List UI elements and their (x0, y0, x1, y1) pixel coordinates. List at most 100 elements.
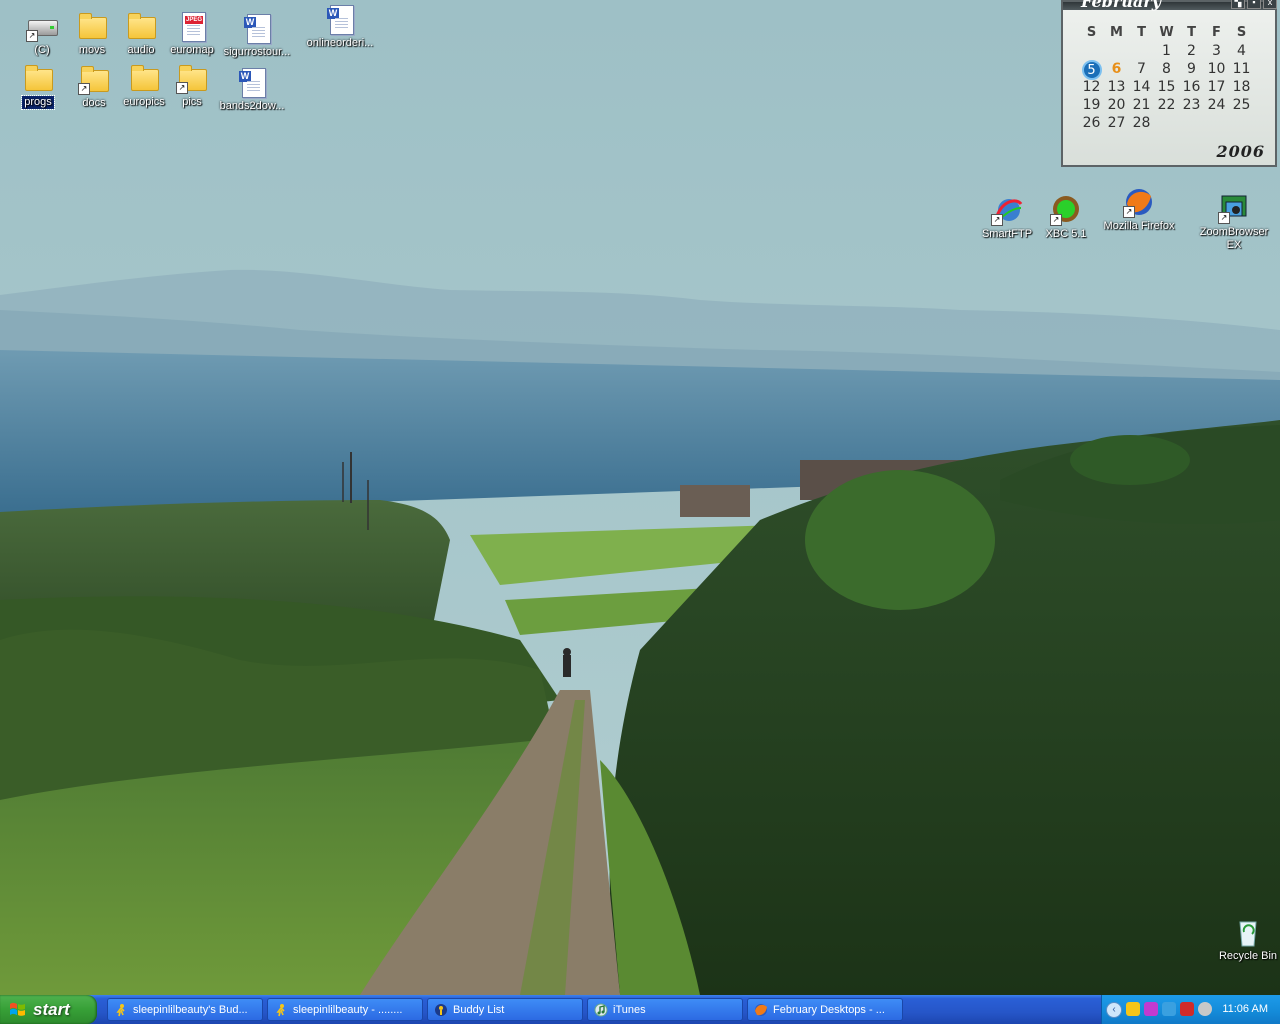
task-label: February Desktops - ... (773, 1004, 885, 1016)
calendar-weekday: T (1137, 25, 1146, 40)
recycle-bin-label: Recycle Bin (1218, 950, 1278, 962)
calendar-day (1079, 42, 1104, 60)
calendar-day[interactable]: 16 (1179, 78, 1204, 96)
zoombrowser-shortcut[interactable]: ↗ ZoomBrowser EX (1196, 192, 1272, 252)
calendar-day[interactable]: 23 (1179, 96, 1204, 114)
calendar-weekday: F (1212, 25, 1221, 40)
calendar-options-button[interactable]: ▚ (1231, 0, 1245, 9)
calendar-day[interactable]: 6 (1104, 60, 1129, 78)
volume-tray-icon[interactable] (1198, 1002, 1212, 1016)
taskbar: start sleepinlilbeauty's Bud... sleepinl… (0, 995, 1280, 1024)
bands-label: bands2dow... (219, 100, 285, 112)
calendar-week-row: 5 6 7 8 9 10 11 (1079, 60, 1254, 80)
firefox-shortcut[interactable]: ↗ Mozilla Firefox (1101, 186, 1177, 233)
task-label: sleepinlilbeauty - ........ (293, 1004, 403, 1016)
calendar-day[interactable]: 4 (1229, 42, 1254, 60)
system-tray: ‹ 11:06 AM (1101, 995, 1280, 1024)
calendar-day[interactable]: 25 (1229, 96, 1254, 114)
calendar-week-row: 19 20 21 22 23 24 25 (1079, 96, 1254, 114)
smartftp-icon: ↗ (991, 194, 1023, 226)
calendar-day[interactable]: 24 (1204, 96, 1229, 114)
sigurros-label: sigurrostour... (223, 46, 291, 58)
calendar-weekday: S (1086, 25, 1097, 40)
security-shield-icon[interactable] (1180, 1002, 1194, 1016)
calendar-day[interactable]: 11 (1229, 60, 1254, 78)
calendar-day[interactable]: 2 (1179, 42, 1204, 60)
xbc-icon: ↗ (1050, 194, 1082, 226)
calendar-day (1104, 42, 1129, 60)
calendar-day[interactable]: 1 (1154, 42, 1179, 60)
calendar-day[interactable]: 13 (1104, 78, 1129, 96)
jpeg-badge: JPEG (185, 16, 204, 24)
aim-runner-icon (276, 1004, 285, 1017)
task-label: iTunes (613, 1004, 646, 1016)
folder-icon (22, 62, 54, 94)
calendar-day[interactable]: 3 (1204, 42, 1229, 60)
bands-doc[interactable]: W bands2dow... (214, 66, 290, 113)
xbc-shortcut[interactable]: ↗ XBC 5.1 (1028, 194, 1104, 241)
calendar-weekday: M (1110, 25, 1123, 40)
task-button-itunes[interactable]: iTunes (587, 998, 743, 1021)
start-button[interactable]: start (0, 995, 97, 1024)
calendar-day[interactable]: 7 (1129, 60, 1154, 78)
folder-icon (125, 10, 157, 42)
calendar-day-today[interactable]: 5 (1079, 60, 1104, 80)
calendar-day[interactable]: 8 (1154, 60, 1179, 78)
onlineorder-label: onlineorderi... (306, 37, 374, 49)
progs-label: progs (21, 95, 55, 110)
task-label: Buddy List (453, 1004, 505, 1016)
calendar-day[interactable]: 20 (1104, 96, 1129, 114)
calendar-grid: S M T W T F S 1 2 3 4 5 6 7 8 9 10 11 12 13 14 15 16 17 18 19 20 21… (1079, 24, 1254, 132)
onlineorder-doc[interactable]: W onlineorderi... (302, 3, 378, 50)
calendar-day[interactable]: 28 (1129, 114, 1154, 132)
calendar-header: February ▚ ▪ x (1063, 0, 1277, 11)
calendar-day[interactable]: 15 (1154, 78, 1179, 96)
calendar-weekday-row: SMTWTFS (1079, 24, 1254, 42)
recycle-bin[interactable]: Recycle Bin (1210, 916, 1280, 963)
calendar-day (1229, 114, 1254, 132)
calendar-week-row: 26 27 28 (1079, 114, 1254, 132)
word-document-icon: W (241, 12, 273, 44)
zoombrowser-label: ZoomBrowser EX (1199, 226, 1269, 251)
calendar-day[interactable]: 9 (1179, 60, 1204, 78)
aim-tray-icon[interactable] (1126, 1002, 1140, 1016)
calendar-day[interactable]: 26 (1079, 114, 1104, 132)
firefox-icon (755, 1004, 767, 1016)
calendar-day (1154, 114, 1179, 132)
word-document-icon: W (236, 66, 268, 98)
calendar-day[interactable]: 19 (1079, 96, 1104, 114)
firefox-label: Mozilla Firefox (1103, 220, 1175, 232)
word-document-icon: W (324, 3, 356, 35)
calendar-day (1204, 114, 1229, 132)
messenger-tray-icon[interactable] (1144, 1002, 1158, 1016)
calendar-lock-button[interactable]: ▪ (1247, 0, 1261, 9)
sigurros-doc[interactable]: W sigurrostour... (219, 12, 295, 59)
calendar-day[interactable]: 14 (1129, 78, 1154, 96)
xbc-label: XBC 5.1 (1045, 228, 1087, 240)
windows-flag-icon (10, 1002, 25, 1016)
calendar-close-button[interactable]: x (1263, 0, 1277, 9)
calendar-day[interactable]: 21 (1129, 96, 1154, 114)
show-hidden-icons-button[interactable]: ‹ (1106, 1002, 1122, 1018)
calendar-day[interactable]: 17 (1204, 78, 1229, 96)
calendar-day (1129, 42, 1154, 60)
calendar-day[interactable]: 27 (1104, 114, 1129, 132)
clock[interactable]: 11:06 AM (1222, 995, 1268, 1024)
calendar-day[interactable]: 10 (1204, 60, 1229, 78)
network-tray-icon[interactable] (1162, 1002, 1176, 1016)
zoombrowser-icon: ↗ (1218, 192, 1250, 224)
task-button-aim-chat[interactable]: sleepinlilbeauty's Bud... (107, 998, 263, 1021)
calendar-week-row: 1234 (1079, 42, 1254, 60)
task-button-firefox[interactable]: February Desktops - ... (747, 998, 903, 1021)
aim-runner-icon (116, 1004, 125, 1017)
calendar-day-number: 5 (1081, 60, 1102, 80)
calendar-day[interactable]: 18 (1229, 78, 1254, 96)
calendar-day[interactable]: 12 (1079, 78, 1104, 96)
task-button-buddy-list[interactable]: Buddy List (427, 998, 583, 1021)
calendar-week-row: 12 13 14 15 16 17 18 (1079, 78, 1254, 96)
calendar-day[interactable]: 22 (1154, 96, 1179, 114)
calendar-widget[interactable]: February ▚ ▪ x S M T W T F S 1 2 3 4 5 6 7 8 9 10 11 12 13 1… (1061, 0, 1277, 167)
calendar-weekday: T (1187, 25, 1196, 40)
task-button-aim-profile[interactable]: sleepinlilbeauty - ........ (267, 998, 423, 1021)
start-label: start (33, 1000, 70, 1019)
